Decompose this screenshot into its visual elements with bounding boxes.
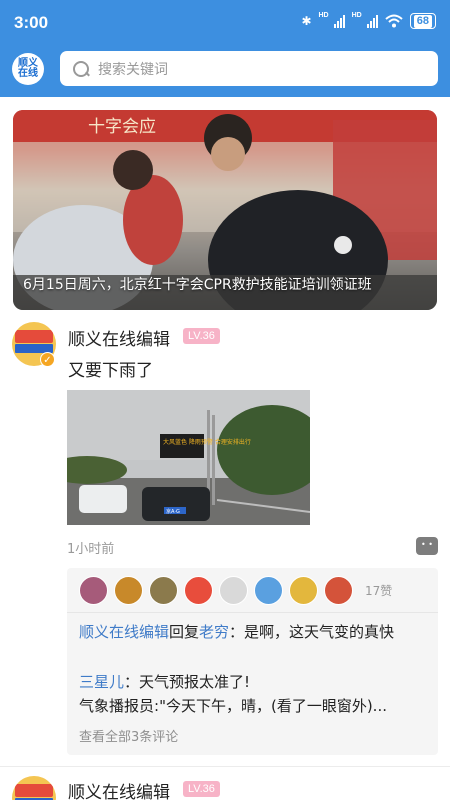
comment-text: ：是啊，这天气变的真快 [229, 623, 395, 641]
post-separator [0, 766, 450, 767]
search-icon [72, 60, 90, 78]
level-badge: LV.36 [183, 328, 220, 344]
status-icons: ✱ HD HD 68 [301, 11, 436, 29]
battery-icon: 68 [409, 13, 436, 29]
post-author[interactable]: 顺义在线编辑 [68, 778, 170, 800]
hd-label: HD [318, 11, 329, 19]
battery-level: 68 [413, 14, 432, 28]
top-header: 3:00 ✱ HD HD 68 顺义在线 搜索关键词 [0, 0, 450, 97]
reply-target[interactable]: 老穷 [199, 623, 229, 641]
view-all-comments-link[interactable]: 查看全部3条评论 [79, 726, 178, 745]
search-bar[interactable]: 搜索关键词 [60, 51, 438, 86]
bluetooth-icon: ✱ [301, 14, 312, 28]
banner-sign: 十字会应 [88, 117, 156, 137]
comment-item[interactable]: 三星儿：天气预报太准了! [79, 670, 250, 694]
post-text: 又要下雨了 [68, 361, 153, 381]
comment-author[interactable]: 顺义在线编辑 [79, 623, 169, 641]
plate-text: 京A·G [166, 508, 180, 515]
liker-avatar[interactable] [114, 576, 143, 605]
signal-icon-2 [366, 14, 378, 28]
logo-text: 顺义在线 [18, 58, 38, 79]
comment-item[interactable]: 顺义在线编辑回复老穷：是啊，这天气变的真快 [79, 620, 424, 644]
comment-author[interactable]: 三星儿 [79, 673, 124, 691]
liker-avatar[interactable] [219, 576, 248, 605]
liker-avatar[interactable] [184, 576, 213, 605]
comment-item[interactable]: 气象播报员:"今天下午，晴，(看了一眼窗外)... [79, 694, 429, 718]
traffic-sign: 大风蓝色 降雨预警 合理安排出行 [163, 438, 251, 446]
comment-text: ：天气预报太准了! [124, 673, 251, 691]
divider [67, 612, 438, 613]
comment-text: :"今天下午，晴，(看了一眼窗外)... [154, 697, 387, 715]
comment-panel: 17赞 顺义在线编辑回复老穷：是啊，这天气变的真快 三星儿：天气预报太准了! 气… [67, 568, 438, 755]
liker-avatar[interactable] [324, 576, 353, 605]
comment-author[interactable]: 气象播报员 [79, 697, 154, 715]
banner-caption: 6月15日周六，北京红十字会CPR救护技能证培训领证班 [23, 277, 372, 293]
verified-badge: ✓ [40, 352, 55, 367]
news-banner[interactable]: 十字会应 6月15日周六，北京红十字会CPR救护技能证培训领证班 [13, 110, 437, 310]
search-input[interactable]: 搜索关键词 [98, 59, 168, 79]
wifi-icon [385, 14, 403, 28]
liker-avatar[interactable] [149, 576, 178, 605]
hd-label-2: HD [351, 11, 362, 19]
likes-row[interactable]: 17赞 [79, 576, 392, 605]
liker-avatar[interactable] [79, 576, 108, 605]
liker-avatar[interactable] [254, 576, 283, 605]
avatar[interactable] [12, 776, 56, 800]
liker-avatar[interactable] [289, 576, 318, 605]
post-photo[interactable]: 大风蓝色 降雨预警 合理安排出行 京A·G [67, 390, 310, 525]
level-badge: LV.36 [183, 781, 220, 797]
status-time: 3:00 [14, 13, 49, 32]
app-logo[interactable]: 顺义在线 [12, 53, 44, 85]
likes-count: 17赞 [365, 584, 393, 598]
post-author[interactable]: 顺义在线编辑 [68, 325, 170, 350]
reply-verb: 回复 [169, 623, 200, 641]
post-time: 1小时前 [67, 542, 115, 557]
signal-icon [333, 14, 345, 28]
more-options-icon[interactable] [416, 537, 438, 555]
